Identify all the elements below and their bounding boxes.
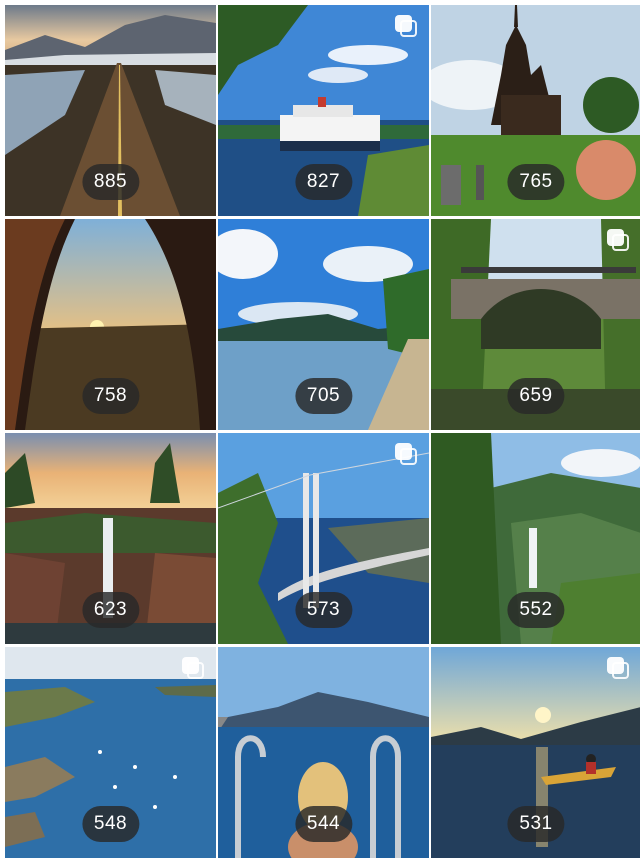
- grid-tile-10[interactable]: 548: [5, 647, 216, 858]
- grid-tile-9[interactable]: 552: [431, 433, 640, 644]
- like-count: 827: [294, 164, 353, 200]
- like-count: 623: [81, 592, 140, 628]
- grid-tile-4[interactable]: 758: [5, 219, 216, 430]
- like-count: 765: [507, 164, 565, 200]
- multiple-photos-icon: [607, 657, 631, 681]
- like-count: 548: [81, 806, 140, 842]
- grid-tile-1[interactable]: 885: [5, 5, 216, 216]
- grid-tile-12[interactable]: 531: [431, 647, 640, 858]
- like-count: 885: [81, 164, 140, 200]
- like-count: 659: [507, 378, 565, 414]
- multiple-photos-icon: [607, 229, 631, 253]
- multiple-photos-icon: [395, 15, 419, 39]
- grid-tile-2[interactable]: 827: [218, 5, 429, 216]
- grid-tile-3[interactable]: 765: [431, 5, 640, 216]
- multiple-photos-icon: [182, 657, 206, 681]
- like-count: 573: [294, 592, 353, 628]
- like-count: 552: [507, 592, 565, 628]
- multiple-photos-icon: [395, 443, 419, 467]
- photo-grid: 885 827 765 758 705 659 623 573 552 548 …: [5, 5, 640, 858]
- grid-tile-6[interactable]: 659: [431, 219, 640, 430]
- like-count: 531: [507, 806, 565, 842]
- like-count: 705: [294, 378, 353, 414]
- like-count: 544: [294, 806, 353, 842]
- grid-tile-5[interactable]: 705: [218, 219, 429, 430]
- grid-tile-8[interactable]: 573: [218, 433, 429, 644]
- grid-tile-7[interactable]: 623: [5, 433, 216, 644]
- like-count: 758: [81, 378, 140, 414]
- grid-tile-11[interactable]: 544: [218, 647, 429, 858]
